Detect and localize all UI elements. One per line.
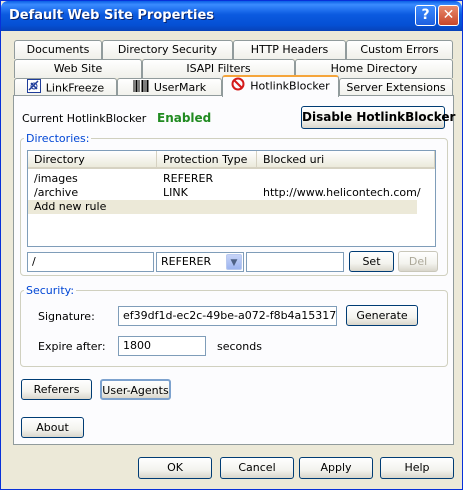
row-directory: /images	[34, 172, 78, 185]
disable-hotlinkblocker-button[interactable]: Disable HotlinkBlocker	[301, 106, 455, 129]
directories-list[interactable]: Directory Protection Type Blocked uri /i…	[27, 150, 436, 247]
cancel-button[interactable]: Cancel	[220, 457, 294, 479]
expire-label: Expire after:	[38, 340, 106, 353]
tab-custom-errors[interactable]: Custom Errors	[346, 40, 453, 59]
ok-button[interactable]: OK	[138, 457, 212, 479]
help-icon[interactable]: ?	[415, 5, 436, 26]
properties-window: Default Web Site Properties ? ✕ Document…	[0, 0, 463, 490]
column-header-blocked-uri[interactable]: Blocked uri	[257, 151, 435, 169]
usermark-icon	[133, 79, 149, 97]
add-new-rule-row[interactable]: Add new rule	[28, 200, 417, 214]
tab-directory-security[interactable]: Directory Security	[102, 40, 233, 59]
signature-field[interactable]: ef39df1d-ec2c-49be-a072-f8b4a15317d9	[118, 306, 337, 326]
set-button[interactable]: Set	[349, 251, 394, 272]
row-protection-type: LINK	[163, 186, 188, 199]
column-header-directory[interactable]: Directory	[28, 151, 157, 169]
security-legend: Security:	[24, 284, 77, 297]
status-value: Enabled	[157, 111, 212, 125]
signature-label: Signature:	[38, 310, 95, 323]
row-protection-type: REFERER	[163, 172, 214, 185]
hotlinkblocker-panel: Current HotlinkBlocker Enabled Disable H…	[13, 95, 455, 445]
close-icon[interactable]: ✕	[438, 5, 459, 26]
directories-legend: Directories:	[24, 132, 92, 145]
expire-field[interactable]: 1800	[118, 336, 206, 356]
help-button[interactable]: Help	[380, 457, 454, 479]
dropdown-arrow-icon[interactable]: ▼	[226, 254, 242, 270]
window-title: Default Web Site Properties	[9, 8, 215, 23]
column-header-protection-type[interactable]: Protection Type	[157, 151, 257, 169]
tab-http-headers[interactable]: HTTP Headers	[233, 40, 346, 59]
tab-web-site[interactable]: Web Site	[14, 59, 142, 78]
del-button[interactable]: Del	[398, 251, 438, 272]
directory-input[interactable]: /	[27, 252, 154, 272]
user-agents-button[interactable]: User-Agents	[100, 379, 171, 400]
about-button[interactable]: About	[21, 417, 84, 438]
table-row[interactable]: /archive LINK http://www.helicontech.com…	[28, 186, 435, 199]
row-directory: /archive	[34, 186, 79, 199]
referers-button[interactable]: Referers	[21, 379, 92, 400]
tab-documents[interactable]: Documents	[14, 40, 102, 59]
tab-hotlinkblocker[interactable]: HotlinkBlocker	[222, 75, 339, 97]
blocked-uri-input[interactable]	[246, 252, 344, 272]
title-bar: Default Web Site Properties ? ✕	[1, 1, 462, 31]
security-group	[20, 290, 448, 367]
status-label: Current HotlinkBlocker	[22, 112, 147, 125]
table-row[interactable]: /images REFERER	[28, 172, 435, 185]
apply-button[interactable]: Apply	[299, 457, 373, 479]
expire-unit-label: seconds	[217, 340, 262, 353]
row-blocked-uri: http://www.helicontech.com/	[263, 186, 421, 199]
protection-type-select[interactable]: REFERER ▼	[156, 252, 244, 272]
generate-button[interactable]: Generate	[346, 305, 418, 326]
hotlinkblocker-icon	[231, 77, 245, 96]
add-new-rule-label: Add new rule	[34, 200, 107, 213]
